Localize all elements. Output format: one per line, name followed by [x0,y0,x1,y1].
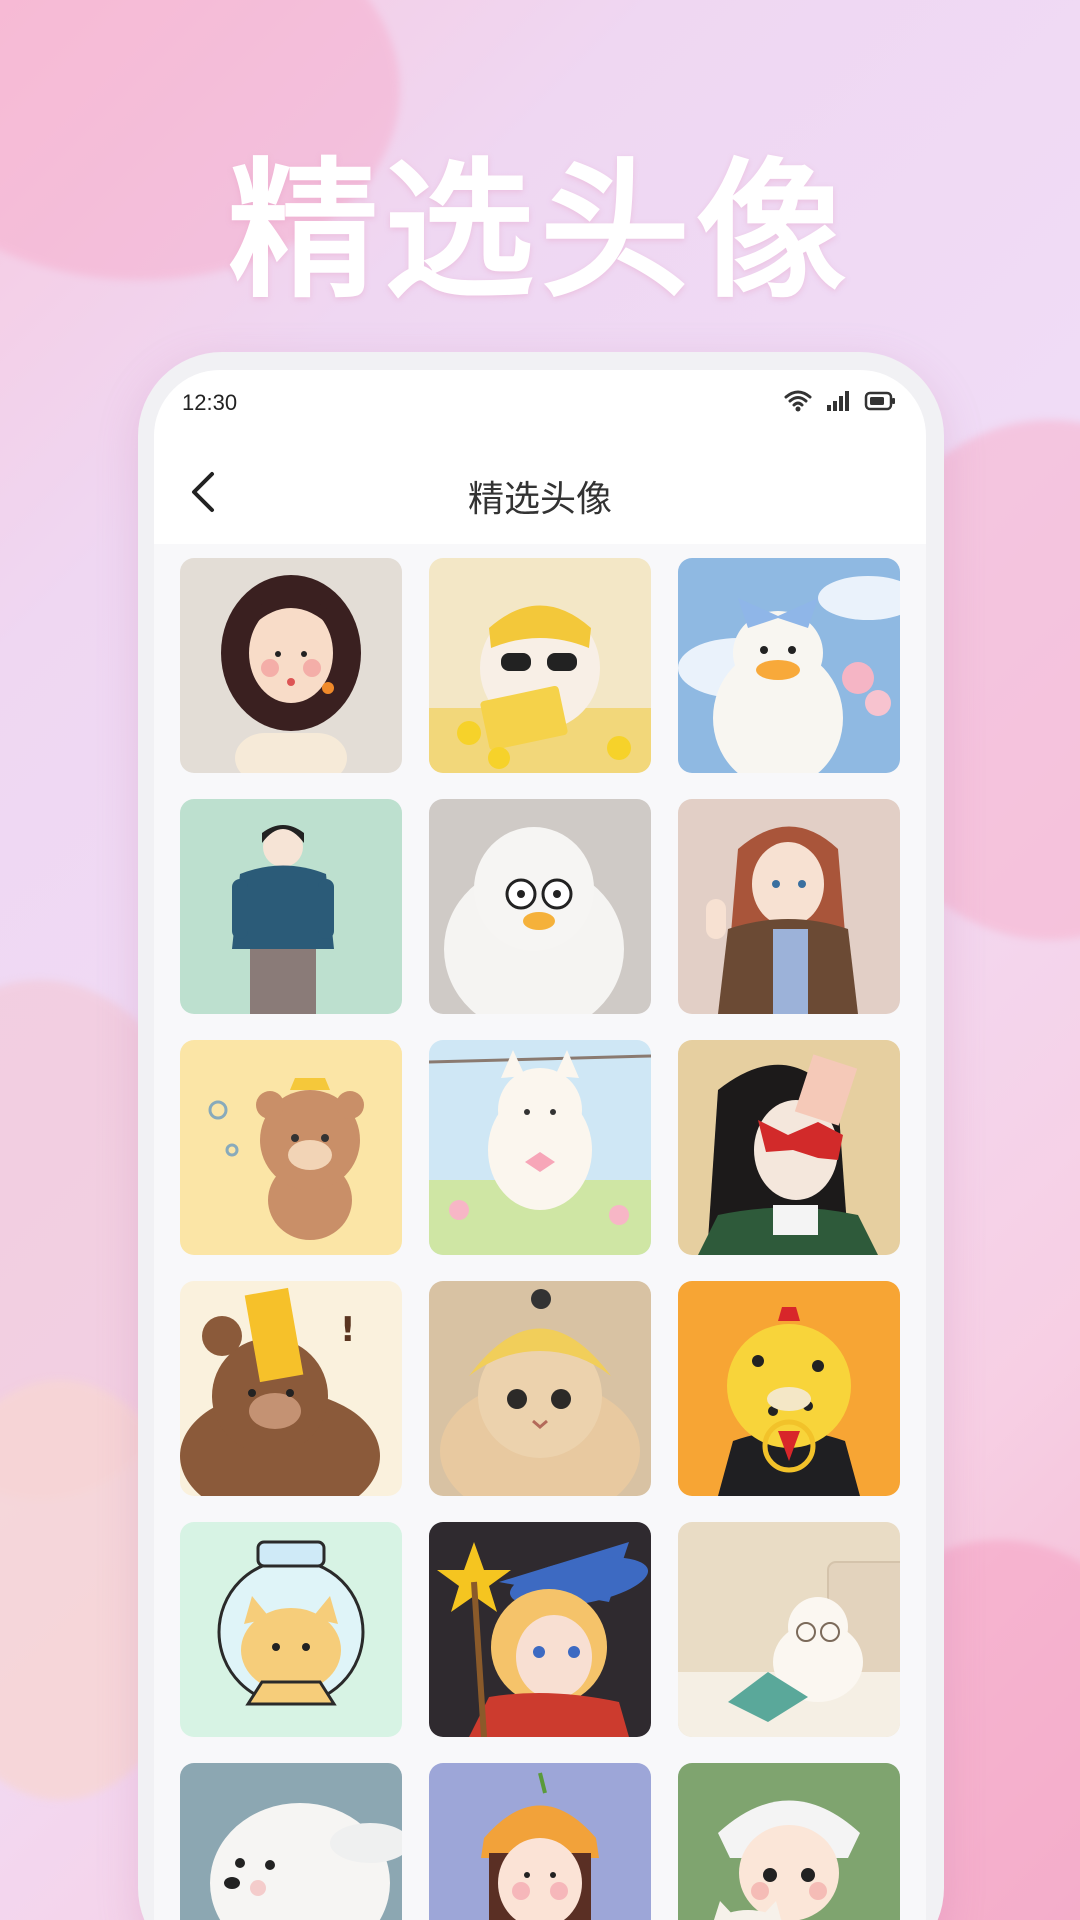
svg-text:!: ! [340,1310,356,1350]
navigation-bar: 精选头像 [154,440,926,544]
status-time: 12:30 [182,390,238,415]
hero-title: 精选头像 [227,145,852,319]
avatar-girl-with-witch-hat[interactable] [429,1522,651,1737]
avatar-cat-with-sunglasses-reading[interactable] [429,558,651,773]
battery-icon [864,391,895,411]
avatar-white-fluffy-dog[interactable] [180,1763,402,1920]
avatar-bear-with-propeller-hat[interactable] [180,1040,402,1255]
phone-screen: 12:30 精选头像 ! [154,370,926,1920]
wifi-icon [784,390,812,412]
status-icons [784,390,896,412]
avatar-boy-with-cat[interactable] [678,1763,900,1920]
avatar-white-goose-with-glasses[interactable] [429,799,651,1014]
avatar-cat-in-yellow-hat[interactable] [429,1281,651,1496]
avatar-cat-with-laptop[interactable] [678,1522,900,1737]
avatar-leopard-in-suit[interactable] [678,1281,900,1496]
avatar-curly-hair-girl[interactable] [180,558,402,773]
status-bar: 12:30 [154,370,926,440]
avatar-white-cat-hanging[interactable] [429,1040,651,1255]
signal-icon [827,391,849,411]
avatar-bear-with-red-envelope[interactable]: ! [180,1281,402,1496]
avatar-cat-in-fishbowl[interactable] [180,1522,402,1737]
avatar-duck-with-blue-bow[interactable] [678,558,900,773]
avatar-girl-with-heart-sunglasses[interactable] [678,1040,900,1255]
avatar-boy-in-blue-sweater[interactable] [180,799,402,1014]
avatar-grid: ! [180,558,900,1920]
app-showcase-page: 精选头像 12:30 精选头像 ! [0,0,1080,1920]
avatar-girl-in-brown-coat[interactable] [678,799,900,1014]
avatar-girl-in-orange-hat[interactable] [429,1763,651,1920]
page-title: 精选头像 [467,479,612,520]
